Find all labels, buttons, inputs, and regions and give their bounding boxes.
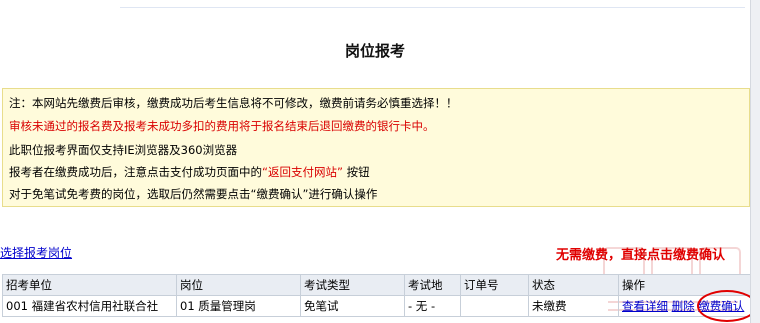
header-unit: 招考单位 (2, 274, 177, 296)
confirm-payment-link[interactable]: 缴费确认 (698, 299, 744, 313)
header-position: 岗位 (176, 274, 301, 296)
cell-unit: 001 福建省农村信用社联合社 (2, 295, 177, 317)
vertical-scrollbar[interactable] (750, 0, 760, 323)
header-actions: 操作 (618, 274, 751, 296)
table-row: 001 福建省农村信用社联合社 01 质量管理岗 免笔试 - 无 - 未缴费 查… (2, 295, 751, 317)
annotation-text: 无需缴费，直接点击缴费确认 (556, 248, 726, 263)
cell-location: - 无 - (404, 295, 461, 317)
cell-status: 未缴费 (528, 295, 619, 317)
header-exam-type: 考试类型 (300, 274, 405, 296)
notice-line-4-highlight: “返回支付网站” (262, 165, 343, 179)
notice-line-1: 注：本网站先缴费后审核，缴费成功后考生信息将不可修改，缴费前请务必慎重选择！！ (9, 96, 458, 110)
delete-link[interactable]: 删除 (672, 299, 695, 313)
header-order-no: 订单号 (460, 274, 529, 296)
position-table: 招考单位 岗位 考试类型 考试地 订单号 状态 操作 001 福建省农村信用社联… (2, 274, 751, 317)
header-status: 状态 (528, 274, 619, 296)
notice-line-4-post: 按钮 (346, 165, 370, 179)
cell-actions: 查看详细 删除 缴费确认 (618, 295, 751, 317)
notice-line-2: 审核未通过的报名费及报考未成功多扣的费用将于报名结束后退回缴费的银行卡中。 (9, 119, 435, 133)
top-divider (120, 7, 745, 8)
select-position-link[interactable]: 选择报考岗位 (0, 244, 72, 261)
view-details-link[interactable]: 查看详细 (622, 299, 668, 313)
notice-line-4: 报考者在缴费成功后，注意点击支付成功页面中的“返回支付网站” 按钮 (9, 165, 370, 179)
cell-exam-type: 免笔试 (300, 295, 405, 317)
notice-box: 注：本网站先缴费后审核，缴费成功后考生信息将不可修改，缴费前请务必慎重选择！！ … (2, 88, 750, 207)
cell-position: 01 质量管理岗 (176, 295, 301, 317)
page-title: 岗位报考 (344, 42, 405, 60)
table-header-row: 招考单位 岗位 考试类型 考试地 订单号 状态 操作 (2, 274, 751, 296)
notice-line-3: 此职位报考界面仅支持IE浏览器及360浏览器 (9, 143, 238, 157)
top-strip (0, 0, 750, 14)
notice-line-4-pre: 报考者在缴费成功后，注意点击支付成功页面中的 (9, 165, 262, 179)
header-location: 考试地 (404, 274, 461, 296)
cell-order-no (460, 295, 529, 317)
notice-line-5: 对于免笔试免考费的岗位，选取后仍然需要点击“缴费确认”进行确认操作 (9, 187, 378, 201)
